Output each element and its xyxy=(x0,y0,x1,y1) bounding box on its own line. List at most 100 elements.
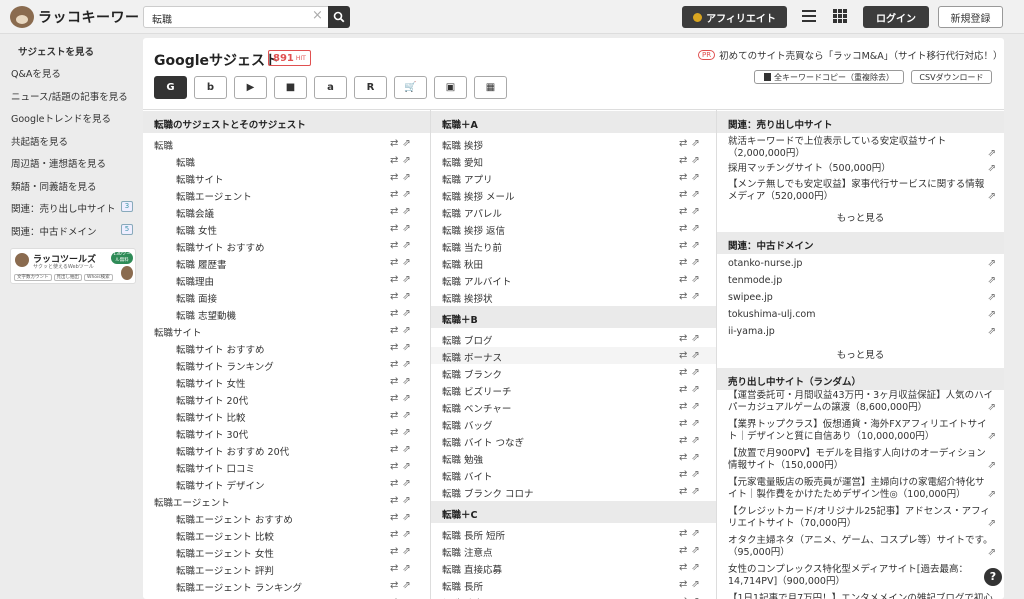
retweet-search-icon[interactable]: ⇄ xyxy=(390,257,402,268)
retweet-search-icon[interactable]: ⇄ xyxy=(679,138,691,149)
external-link-icon[interactable]: ⇗ xyxy=(402,427,414,438)
retweet-search-icon[interactable]: ⇄ xyxy=(679,384,691,395)
retweet-search-icon[interactable]: ⇄ xyxy=(390,223,402,234)
external-link-icon[interactable]: ⇗ xyxy=(691,528,703,539)
retweet-search-icon[interactable]: ⇄ xyxy=(390,172,402,183)
external-link-icon[interactable]: ⇗ xyxy=(691,291,703,302)
keyword-row[interactable]: 転職エージェント 女性 ⇄⇗ xyxy=(143,543,430,560)
search-button[interactable] xyxy=(328,6,350,28)
external-link-icon[interactable]: ⇗ xyxy=(402,393,414,404)
site-listing[interactable]: 女性のコンプレックス特化型メディアサイト[過去最高：14,714PV]（900,… xyxy=(728,564,996,588)
retweet-search-icon[interactable]: ⇄ xyxy=(390,512,402,523)
retweet-search-icon[interactable]: ⇄ xyxy=(390,410,402,421)
copy-all-keywords-button[interactable]: 全キーワードコピー（重複除去） xyxy=(754,70,904,84)
affiliate-button[interactable]: アフィリエイト xyxy=(682,6,787,28)
external-link-icon[interactable]: ⇗ xyxy=(691,189,703,200)
site-listing[interactable]: 【業界トップクラス】仮想通貨・海外FXアフィリエイトサイト｜デザインと質に自信あ… xyxy=(728,419,996,443)
retweet-search-icon[interactable]: ⇄ xyxy=(390,189,402,200)
external-link-icon[interactable]: ⇗ xyxy=(402,325,414,336)
keyword-row[interactable]: 転職 ベンチャー ⇄⇗ xyxy=(431,398,716,415)
keyword-row[interactable]: 転職 愛知 ⇄⇗ xyxy=(431,152,716,169)
sidebar-item-synonyms[interactable]: 類語・同義語を見る xyxy=(11,179,97,193)
external-link-icon[interactable]: ⇗ xyxy=(691,401,703,412)
sidebar-item-trends[interactable]: Googleトレンドを見る xyxy=(11,111,111,125)
external-link-icon[interactable]: ⇗ xyxy=(691,240,703,251)
keyword-row[interactable]: 転職 ブランク ⇄⇗ xyxy=(431,364,716,381)
engine-button[interactable]: ▶ xyxy=(234,76,267,99)
keyword-row[interactable]: 転職 秋田 ⇄⇗ xyxy=(431,254,716,271)
external-link-icon[interactable]: ⇗ xyxy=(691,452,703,463)
external-link-icon[interactable]: ⇗ xyxy=(402,495,414,506)
retweet-search-icon[interactable]: ⇄ xyxy=(679,579,691,590)
sidebar-item-suggest[interactable]: サジェストを見る xyxy=(18,44,94,58)
site-listing[interactable]: 採用マッチングサイト（500,000円） ⇗ xyxy=(728,163,996,175)
external-link-icon[interactable]: ⇗ xyxy=(402,563,414,574)
hamburger-menu-icon[interactable] xyxy=(802,10,816,22)
rakko-tools-banner[interactable]: ラッコツールズ サクッと使えるWebツール 130ツール無料 文字数カウント 見出… xyxy=(10,248,136,284)
retweet-search-icon[interactable]: ⇄ xyxy=(679,189,691,200)
site-logo[interactable]: ラッコキーワード xyxy=(10,6,154,28)
retweet-search-icon[interactable]: ⇄ xyxy=(679,435,691,446)
domain-row[interactable]: tenmode.jp ⇗ xyxy=(728,275,996,287)
external-link-icon[interactable]: ⇗ xyxy=(402,461,414,472)
sidebar-item-association[interactable]: 周辺語・連想語を見る xyxy=(11,156,106,170)
sidebar-item-cooccurrence[interactable]: 共起語を見る xyxy=(11,134,68,148)
see-more-link[interactable]: もっと見る xyxy=(717,210,1004,224)
keyword-row[interactable]: 転職 ブログ ⇄⇗ xyxy=(431,330,716,347)
keyword-row[interactable]: 転職 志望動機 ⇄⇗ xyxy=(143,305,430,322)
retweet-search-icon[interactable]: ⇄ xyxy=(390,155,402,166)
external-link-icon[interactable]: ⇗ xyxy=(691,223,703,234)
retweet-search-icon[interactable]: ⇄ xyxy=(679,274,691,285)
external-link-icon[interactable]: ⇗ xyxy=(402,155,414,166)
retweet-search-icon[interactable]: ⇄ xyxy=(390,138,402,149)
keyword-row[interactable]: 転職サイト ランキング ⇄⇗ xyxy=(143,356,430,373)
keyword-row[interactable]: 転職 挨拶 返信 ⇄⇗ xyxy=(431,220,716,237)
external-link-icon[interactable]: ⇗ xyxy=(402,580,414,591)
login-button[interactable]: ログイン xyxy=(863,6,929,28)
retweet-search-icon[interactable]: ⇄ xyxy=(679,401,691,412)
search-input[interactable]: 転職 xyxy=(143,6,329,28)
keyword-row[interactable]: 転職サイト デザイン ⇄⇗ xyxy=(143,475,430,492)
external-link-icon[interactable]: ⇗ xyxy=(691,155,703,166)
sidebar-item-qa[interactable]: Q&Aを見る xyxy=(11,66,61,80)
sidebar-item-news[interactable]: ニュース/話題の記事を見る xyxy=(11,89,128,103)
pr-link[interactable]: PR 初めてのサイト売買なら「ラッコM&A」（サイト移行代行対応！） xyxy=(698,48,1002,62)
retweet-search-icon[interactable]: ⇄ xyxy=(390,359,402,370)
external-link-icon[interactable]: ⇗ xyxy=(691,579,703,590)
keyword-row[interactable]: 転職サイト 30代 ⇄⇗ xyxy=(143,424,430,441)
engine-button[interactable]: ▣ xyxy=(434,76,467,99)
external-link-icon[interactable]: ⇗ xyxy=(402,138,414,149)
retweet-search-icon[interactable]: ⇄ xyxy=(679,367,691,378)
retweet-search-icon[interactable]: ⇄ xyxy=(390,495,402,506)
retweet-search-icon[interactable]: ⇄ xyxy=(390,206,402,217)
domain-row[interactable]: tokushima-ulj.com ⇗ xyxy=(728,309,996,321)
keyword-row[interactable]: 転職 バッグ ⇄⇗ xyxy=(431,415,716,432)
engine-button[interactable]: ▦ xyxy=(474,76,507,99)
external-link-icon[interactable]: ⇗ xyxy=(402,512,414,523)
external-link-icon[interactable]: ⇗ xyxy=(402,376,414,387)
retweet-search-icon[interactable]: ⇄ xyxy=(679,528,691,539)
retweet-search-icon[interactable]: ⇄ xyxy=(679,545,691,556)
keyword-row[interactable]: 転職 長所 ⇄⇗ xyxy=(431,576,716,593)
site-listing[interactable]: 就活キーワードで上位表示している安定収益サイト（2,000,000円） ⇗ xyxy=(728,136,996,160)
domain-row[interactable]: otanko-nurse.jp ⇗ xyxy=(728,258,996,270)
keyword-row[interactable]: 転職 当たり前 ⇄⇗ xyxy=(431,237,716,254)
site-listing[interactable]: 【放置で月900PV】モデルを目指す人向けのオーディション情報サイト（150,0… xyxy=(728,448,996,472)
retweet-search-icon[interactable]: ⇄ xyxy=(390,427,402,438)
keyword-row[interactable]: 転職エージェント おすすめ ⇄⇗ xyxy=(143,509,430,526)
external-link-icon[interactable]: ⇗ xyxy=(402,274,414,285)
keyword-row[interactable]: 転職 面接 ⇄⇗ xyxy=(143,288,430,305)
external-link-icon[interactable]: ⇗ xyxy=(402,308,414,319)
keyword-row[interactable]: 転職 ビズリーチ ⇄⇗ xyxy=(431,381,716,398)
retweet-search-icon[interactable]: ⇄ xyxy=(390,461,402,472)
retweet-search-icon[interactable]: ⇄ xyxy=(679,469,691,480)
engine-button[interactable]: b xyxy=(194,76,227,99)
external-link-icon[interactable]: ⇗ xyxy=(691,418,703,429)
keyword-row[interactable]: 転職 アルバイト ⇄⇗ xyxy=(431,271,716,288)
external-link-icon[interactable]: ⇗ xyxy=(691,138,703,149)
keyword-row[interactable]: 転職エージェントとは⇄⇗ xyxy=(143,594,430,599)
retweet-search-icon[interactable]: ⇄ xyxy=(679,291,691,302)
sidebar-item-sites-for-sale[interactable]: 関連：売り出し中サイト xyxy=(11,201,116,215)
keyword-row[interactable]: 転職 挨拶 メール ⇄⇗ xyxy=(431,186,716,203)
external-link-icon[interactable]: ⇗ xyxy=(691,350,703,361)
